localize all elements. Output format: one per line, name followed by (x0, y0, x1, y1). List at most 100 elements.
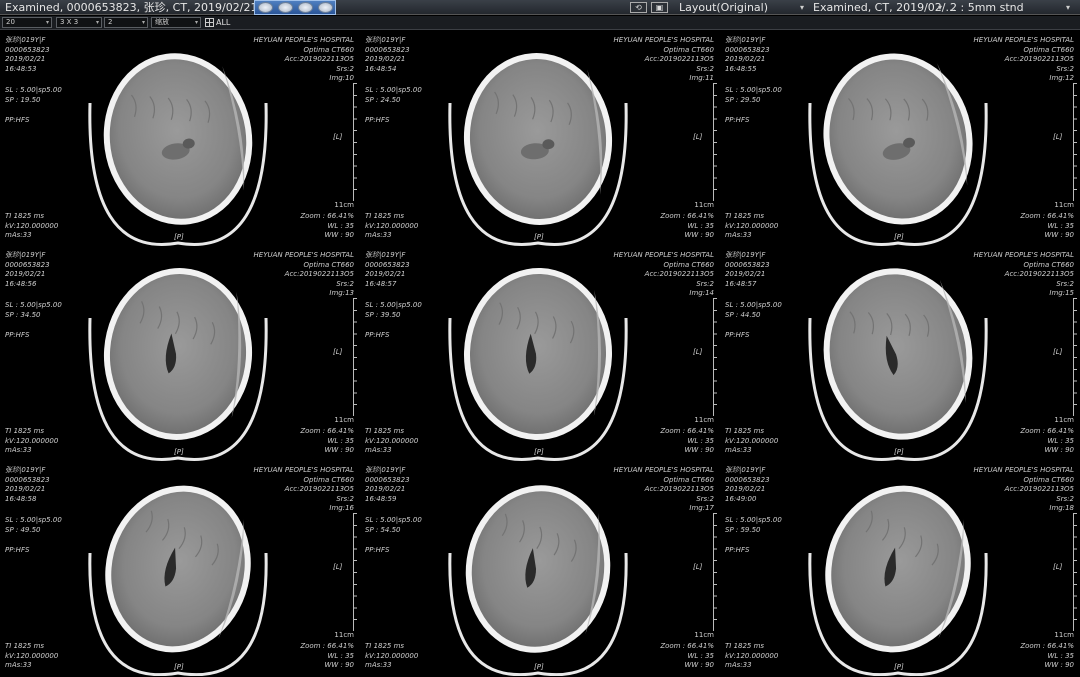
grid-layout-select[interactable]: 3 X 3 ▾ (56, 17, 102, 28)
patient-label: 张珍|019Y|F (5, 466, 46, 474)
slice-position: SP : 24.50 (365, 95, 401, 104)
nav-next-button[interactable] (297, 2, 313, 13)
patient-position: PP:HFS (365, 331, 390, 339)
scale-ruler (353, 83, 357, 201)
acquisition-time: 16:49:00 (725, 494, 757, 503)
ti-label: TI 1825 ms (365, 212, 405, 220)
slice-thickness: SL : 5.00|sp5.00 (365, 86, 422, 94)
all-images-button[interactable]: ALL (205, 17, 230, 28)
title-bar: Examined, 0000653823, 张珍, CT, 2019/02/21… (0, 0, 1080, 15)
scanner-model: Optima CT660 (303, 45, 354, 54)
patient-label: 张珍|019Y|F (365, 36, 406, 44)
page-size-select[interactable]: 20 ▾ (2, 17, 52, 28)
series-dropdown-icon[interactable]: ▾ (1066, 3, 1070, 12)
scanner-model: Optima CT660 (1023, 45, 1074, 54)
sync-icon[interactable]: ▣ (651, 2, 668, 13)
nav-last-button[interactable] (317, 2, 333, 13)
patient-label: 张珍|019Y|F (725, 251, 766, 259)
mas-label: mAs:33 (365, 446, 392, 454)
image-cell-img-18[interactable]: 张珍|019Y|F 0000653823 2019/02/21 16:49:00… (720, 461, 1080, 676)
series-selector[interactable]: 2 : 5mm stnd (950, 0, 1024, 15)
layout-dropdown-icon[interactable]: ▾ (800, 3, 804, 12)
mrn-label: 0000653823 (5, 475, 50, 484)
scanner-model: Optima CT660 (663, 260, 714, 269)
mrn-label: 0000653823 (5, 260, 50, 269)
image-cell-img-15[interactable]: 张珍|019Y|F 0000653823 2019/02/21 16:48:57… (720, 246, 1080, 461)
mas-label: mAs:33 (365, 661, 392, 669)
layout-selector[interactable]: Layout(Original) (679, 0, 768, 15)
image-number: Img:17 (689, 504, 714, 512)
slice-info: SL : 5.00|sp5.00 SP : 19.50 (5, 86, 62, 105)
ti-label: TI 1825 ms (725, 427, 765, 435)
mas-label: mAs:33 (5, 446, 32, 454)
accession-number: Acc:2019022113O5 (644, 485, 714, 493)
patient-label: 张珍|019Y|F (365, 251, 406, 259)
zoom-label: Zoom : 66.41% (1020, 212, 1074, 220)
image-cell-img-17[interactable]: 张珍|019Y|F 0000653823 2019/02/21 16:48:59… (360, 461, 720, 676)
zoom-label: Zoom : 66.41% (660, 212, 714, 220)
brain-tissue (831, 491, 965, 647)
zoom-label: Zoom : 66.41% (660, 642, 714, 650)
zoom-label: Zoom : 66.41% (660, 427, 714, 435)
series-number: Srs:2 (1056, 279, 1074, 288)
nav-prev-button[interactable] (277, 2, 293, 13)
patient-position: PP:HFS (725, 331, 750, 339)
image-cell-img-16[interactable]: 张珍|019Y|F 0000653823 2019/02/21 16:48:58… (0, 461, 360, 676)
left-marker: [L] (1053, 348, 1063, 356)
nav-first-button[interactable] (257, 2, 273, 13)
series-number: Srs:2 (336, 279, 354, 288)
window-level: WL : 35 (327, 651, 354, 660)
window-width: WW : 90 (1044, 231, 1074, 239)
patient-label: 张珍|019Y|F (725, 466, 766, 474)
slice-position: SP : 19.50 (5, 95, 41, 104)
slice-thickness: SL : 5.00|sp5.00 (5, 86, 62, 94)
left-marker: [L] (693, 563, 703, 571)
kv-label: kV:120.000000 (5, 651, 59, 660)
zoom-label: Zoom : 66.41% (300, 642, 354, 650)
link-icon[interactable]: ⟲ (630, 2, 647, 13)
posterior-marker: [P] (534, 233, 544, 241)
zoom-mode-select[interactable]: 缩放 ▾ (151, 17, 201, 28)
accession-number: Acc:2019022113O5 (644, 55, 714, 63)
image-cell-img-12[interactable]: 张珍|019Y|F 0000653823 2019/02/21 16:48:55… (720, 31, 1080, 246)
image-number: Img:14 (689, 289, 714, 297)
scale-label: 11cm (694, 631, 714, 639)
window-width: WW : 90 (1044, 446, 1074, 454)
exam-dropdown-icon[interactable]: ▾ (938, 3, 942, 12)
window-level: WL : 35 (687, 651, 714, 660)
patient-position: PP:HFS (5, 331, 30, 339)
slice-position: SP : 59.50 (725, 525, 761, 534)
image-cell-img-14[interactable]: 张珍|019Y|F 0000653823 2019/02/21 16:48:57… (360, 246, 720, 461)
ti-label: TI 1825 ms (5, 212, 45, 220)
window-level: WL : 35 (1047, 221, 1074, 230)
study-date: 2019/02/21 (365, 485, 406, 493)
exam-selector[interactable]: Examined, CT, 2019/02/... (813, 0, 956, 15)
slice-position: SP : 39.50 (365, 310, 401, 319)
acquisition-time: 16:48:59 (365, 494, 397, 503)
scale-label: 11cm (694, 416, 714, 424)
mas-label: mAs:33 (725, 231, 752, 239)
chevron-down-icon: ▾ (141, 19, 145, 26)
slice-info: SL : 5.00|sp5.00 SP : 39.50 (365, 301, 422, 320)
patient-info: 张珍|019Y|F 0000653823 2019/02/21 16:48:54 (365, 36, 410, 74)
window-width: WW : 90 (684, 446, 714, 454)
hospital-name: HEYUAN PEOPLE'S HOSPITAL (973, 36, 1074, 44)
image-cell-img-10[interactable]: 张珍|019Y|F 0000653823 2019/02/21 16:48:53… (0, 31, 360, 246)
patient-info: 张珍|019Y|F 0000653823 2019/02/21 16:48:57 (365, 251, 410, 289)
navigation-controls[interactable] (254, 0, 336, 15)
ti-label: TI 1825 ms (725, 212, 765, 220)
left-marker: [L] (333, 133, 343, 141)
acquisition-time: 16:48:58 (5, 494, 37, 503)
series-number-select[interactable]: 2 ▾ (104, 17, 148, 28)
scale-label: 11cm (1054, 416, 1074, 424)
acquisition-time: 16:48:54 (365, 64, 397, 73)
image-cell-img-13[interactable]: 张珍|019Y|F 0000653823 2019/02/21 16:48:56… (0, 246, 360, 461)
hospital-name: HEYUAN PEOPLE'S HOSPITAL (973, 251, 1074, 259)
patient-info: 张珍|019Y|F 0000653823 2019/02/21 16:49:00 (725, 466, 770, 504)
scale-ruler (353, 298, 357, 416)
display-params: Zoom : 66.41% WL : 35 WW : 90 (660, 212, 714, 241)
acquisition-params: TI 1825 ms kV:120.000000 mAs:33 (365, 642, 418, 671)
chevron-down-icon: ▾ (95, 19, 99, 26)
image-cell-img-11[interactable]: 张珍|019Y|F 0000653823 2019/02/21 16:48:54… (360, 31, 720, 246)
acquisition-time: 16:48:57 (365, 279, 397, 288)
